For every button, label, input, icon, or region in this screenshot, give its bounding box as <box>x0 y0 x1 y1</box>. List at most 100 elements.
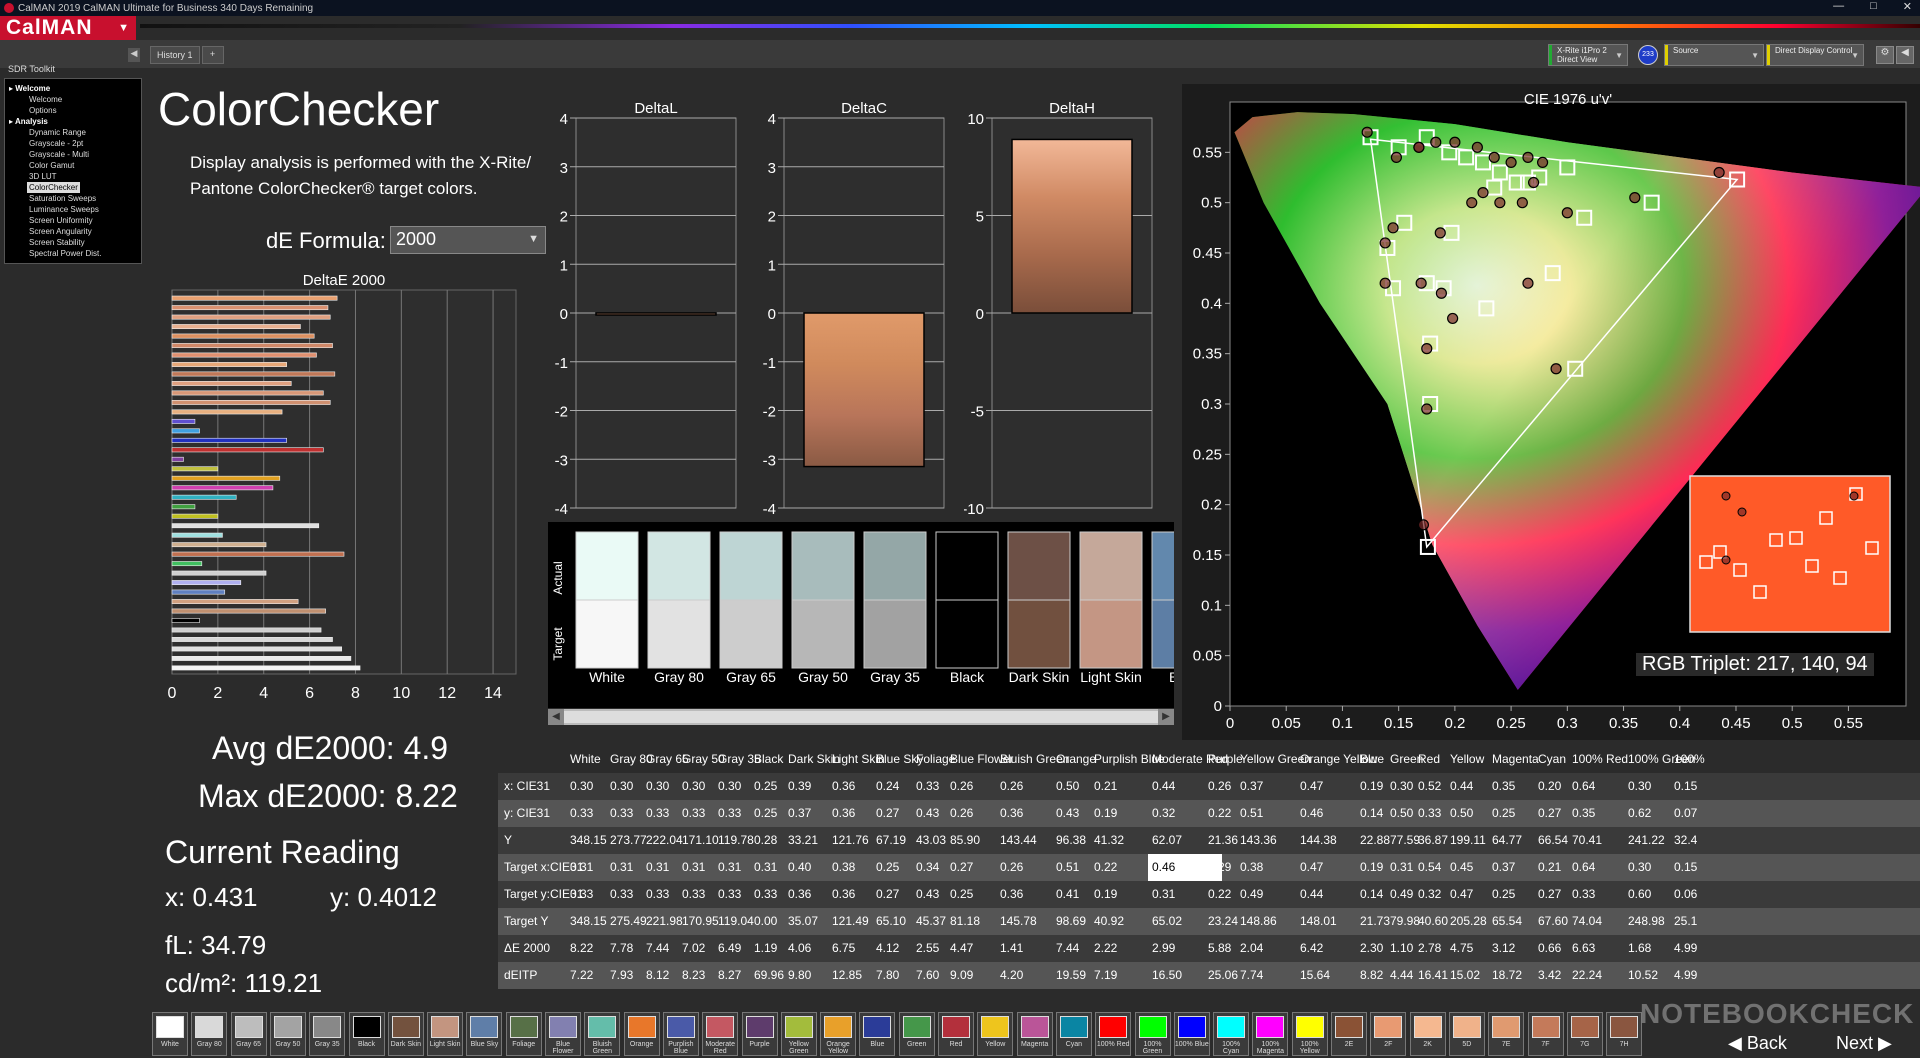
footer-swatch[interactable]: 100% Cyan <box>1213 1012 1250 1056</box>
sidebar-item-analysis[interactable]: ▸ Analysis <box>9 116 137 127</box>
footer-swatch[interactable]: Orange Yellow <box>820 1012 857 1056</box>
footer-swatch[interactable]: 7G <box>1566 1012 1603 1056</box>
footer-swatch[interactable]: 7E <box>1488 1012 1525 1056</box>
sidebar-item-label: Welcome <box>15 84 51 93</box>
table-cell: 0.40 <box>788 860 812 874</box>
footer-swatch[interactable]: 100% Red <box>1095 1012 1132 1056</box>
table-cell: 0.25 <box>950 887 974 901</box>
table-row-label: dEITP <box>504 968 538 982</box>
scroll-left-icon[interactable]: ◀ <box>548 709 564 725</box>
footer-swatch[interactable]: Yellow Green <box>780 1012 817 1056</box>
sidebar-item-saturation-sweeps[interactable]: Saturation Sweeps <box>9 193 137 204</box>
collapse-sidebar-icon[interactable]: ◀ <box>128 48 140 62</box>
maximize-button[interactable]: □ <box>1870 0 1877 13</box>
footer-swatch[interactable]: 2K <box>1409 1012 1446 1056</box>
sidebar-item-grayscale-multi[interactable]: Grayscale - Multi <box>9 149 137 160</box>
sidebar-item-welcome[interactable]: ▸ Welcome <box>9 83 137 94</box>
sidebar-item-grayscale-2pt[interactable]: Grayscale - 2pt <box>9 138 137 149</box>
footer-swatch[interactable]: 2E <box>1331 1012 1367 1056</box>
table-cell: 19.59 <box>1056 968 1087 982</box>
sidebar-item-colorchecker[interactable]: ColorChecker <box>9 182 137 193</box>
footer-swatch[interactable]: Dark Skin <box>387 1012 424 1056</box>
table-cell: 69.96 <box>754 968 785 982</box>
meter-selector[interactable]: X-Rite i1Pro 2 Direct View ▼ <box>1548 44 1628 66</box>
footer-swatch[interactable]: Light Skin <box>427 1012 464 1056</box>
deltae-bar <box>171 570 267 576</box>
footer-swatch[interactable]: 100% Magenta <box>1252 1012 1289 1056</box>
table-cell: 199.11 <box>1450 833 1486 847</box>
footer-swatch[interactable]: Bluish Green <box>584 1012 621 1056</box>
deltaL-tick-label: 4 <box>560 111 568 128</box>
sidebar-item-options[interactable]: Options <box>9 105 137 116</box>
meter-badge[interactable]: 233 <box>1638 45 1658 65</box>
add-tab-button[interactable]: + <box>201 46 224 64</box>
footer-swatch[interactable]: 5D <box>1448 1012 1485 1056</box>
display-selector[interactable]: Direct Display Control ▼ <box>1766 44 1864 66</box>
footer-swatch[interactable]: Black <box>348 1012 385 1056</box>
swatch-label: Gray 80 <box>654 669 704 685</box>
footer-swatch[interactable]: Red <box>938 1012 974 1056</box>
footer-swatch[interactable]: 100% Blue <box>1173 1012 1210 1056</box>
deltae-chart: DeltaE 2000 0 2 4 6 8 10 12 14 <box>168 272 517 702</box>
sidebar-item-luminance-sweeps[interactable]: Luminance Sweeps <box>9 204 137 215</box>
table-cell: 0.27 <box>950 860 974 874</box>
footer-swatch[interactable]: 2F <box>1370 1012 1407 1056</box>
cie-measured-marker <box>1527 176 1540 189</box>
footer-swatch[interactable]: Gray 65 <box>230 1012 267 1056</box>
sidebar-item-3d-lut[interactable]: 3D LUT <box>9 171 137 182</box>
deltae-bar <box>171 409 283 415</box>
footer-swatch[interactable]: 100% Green <box>1134 1012 1171 1056</box>
sidebar-item-screen-stability[interactable]: Screen Stability <box>9 237 137 248</box>
footer-swatch[interactable]: Blue Sky <box>466 1012 503 1056</box>
footer-swatch[interactable]: Yellow <box>977 1012 1014 1056</box>
source-selector[interactable]: Source ▼ <box>1664 44 1764 66</box>
formula-dropdown[interactable]: 2000 ▼ <box>390 226 546 254</box>
table-cell: 9.80 <box>788 968 812 982</box>
calman-logo-button[interactable]: CalMAN ▼ <box>0 16 136 40</box>
chevron-down-icon: ▼ <box>1751 51 1759 60</box>
footer-swatch[interactable]: Purple <box>741 1012 778 1056</box>
close-button[interactable]: ✕ <box>1903 0 1912 13</box>
table-cell: 25.06 <box>1208 968 1239 982</box>
footer-swatch[interactable]: Gray 35 <box>309 1012 346 1056</box>
footer-swatch[interactable]: Moderate Red <box>702 1012 739 1056</box>
scrollbar-thumb[interactable] <box>564 711 1158 723</box>
footer-swatch[interactable]: Purplish Blue <box>662 1012 699 1056</box>
sidebar-item-welcome[interactable]: Welcome <box>9 94 137 105</box>
cie-measured-marker <box>1488 151 1500 163</box>
footer-swatch[interactable]: Magenta <box>1016 1012 1053 1056</box>
table-cell: 7.19 <box>1094 968 1118 982</box>
table-cell: 0.27 <box>876 806 900 820</box>
footer-swatch[interactable]: White <box>152 1012 188 1056</box>
footer-swatch[interactable]: Blue <box>859 1012 896 1056</box>
footer-swatch[interactable]: Orange <box>623 1012 660 1056</box>
table-cell: 148.01 <box>1300 914 1337 928</box>
next-button[interactable]: Next ▶ <box>1836 1033 1892 1058</box>
minimize-button[interactable]: — <box>1833 0 1844 13</box>
footer-swatch-color <box>1020 1016 1049 1038</box>
footer-swatch[interactable]: Cyan <box>1055 1012 1092 1056</box>
footer-swatch[interactable]: Gray 80 <box>191 1012 228 1056</box>
history-tabs: History 1 + <box>150 46 224 64</box>
expand-icon[interactable]: ◀ <box>1896 46 1914 64</box>
back-button[interactable]: ◀ Back <box>1728 1033 1787 1058</box>
footer-swatch[interactable]: 7H <box>1606 1012 1643 1056</box>
sidebar-item-screen-angularity[interactable]: Screen Angularity <box>9 226 137 237</box>
tab-history-1[interactable]: History 1 <box>150 46 200 64</box>
sidebar-item-color-gamut[interactable]: Color Gamut <box>9 160 137 171</box>
footer-swatch[interactable]: Green <box>898 1012 935 1056</box>
footer-swatch-label: Gray 35 <box>314 1041 340 1048</box>
deltae-tick-label: 12 <box>438 685 456 702</box>
footer-swatch[interactable]: 7F <box>1527 1012 1564 1056</box>
footer-swatch[interactable]: Blue Flower <box>545 1012 581 1056</box>
scroll-right-icon[interactable]: ▶ <box>1158 709 1174 725</box>
sidebar-item-screen-uniformity[interactable]: Screen Uniformity <box>9 215 137 226</box>
table-row: Target Y 348.15 275.49 221.98 170.95 119.04 0.… <box>498 908 1920 935</box>
footer-swatch[interactable]: 100% Yellow <box>1291 1012 1328 1056</box>
footer-swatch[interactable]: Gray 50 <box>269 1012 306 1056</box>
footer-swatch[interactable]: Foliage <box>505 1012 542 1056</box>
sidebar-item-spectral-power-dist-[interactable]: Spectral Power Dist. <box>9 248 137 259</box>
swatch-scrollbar[interactable]: ◀ ▶ <box>548 709 1174 725</box>
settings-gear-icon[interactable]: ⚙ <box>1876 46 1894 64</box>
sidebar-item-dynamic-range[interactable]: Dynamic Range <box>9 127 137 138</box>
